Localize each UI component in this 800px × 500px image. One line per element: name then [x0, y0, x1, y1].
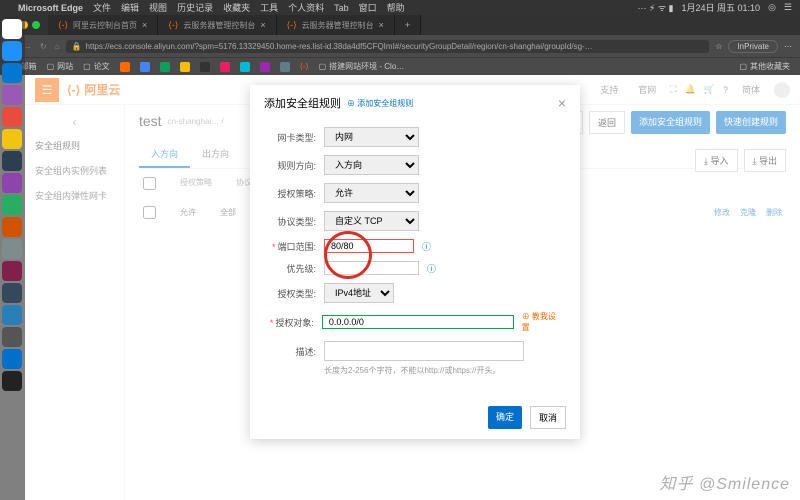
watermark: 知乎 @Smilence	[660, 470, 791, 494]
dock-app[interactable]	[2, 239, 22, 259]
dock-app[interactable]	[2, 305, 22, 325]
description-input[interactable]	[324, 341, 524, 361]
notif-icon[interactable]: ☰	[784, 2, 792, 13]
siri-icon[interactable]: ◎	[768, 2, 776, 13]
bookmark-site[interactable]: ▢ 网站	[47, 61, 74, 72]
direction-select[interactable]: 入方向	[324, 155, 419, 175]
new-tab-button[interactable]: +	[395, 15, 421, 35]
bm-icon	[140, 62, 150, 72]
bm-icon	[240, 62, 250, 72]
more-icon[interactable]: ⋯	[784, 42, 792, 51]
teach-link[interactable]: ⊕ 教我设置	[522, 311, 562, 333]
tab-2[interactable]: ⟨-⟩云服务器管理控制台×	[158, 15, 276, 35]
info-icon[interactable]: ⓘ	[422, 240, 431, 253]
bm-icon	[180, 62, 190, 72]
dock-app[interactable]	[2, 217, 22, 237]
dock-app[interactable]	[2, 41, 22, 61]
menu-help[interactable]: 帮助	[387, 1, 405, 14]
dock-app[interactable]	[2, 85, 22, 105]
menu-file[interactable]: 文件	[93, 1, 111, 14]
dock-app[interactable]	[2, 195, 22, 215]
browser-urlbar: ← → ↻ ⌂ 🔒 https://ecs.console.aliyun.com…	[0, 35, 800, 57]
dock-app[interactable]	[2, 283, 22, 303]
macos-menubar: Microsoft Edge 文件 编辑 视图 历史记录 收藏夹 工具 个人资料…	[0, 0, 800, 15]
bm-icon	[120, 62, 130, 72]
bookmark-folder[interactable]: ▢ 搭建网站环境 - Clo…	[319, 61, 405, 72]
info-icon[interactable]: ⓘ	[427, 262, 436, 275]
url-field[interactable]: 🔒 https://ecs.console.aliyun.com/?spm=51…	[66, 40, 710, 53]
macos-dock	[0, 15, 25, 500]
dock-finder[interactable]	[2, 19, 22, 39]
priority-input[interactable]	[324, 261, 419, 275]
bookmarks-bar: ▢ 邮箱 ▢ 网站 ▢ 论文 ⟨-⟩ ▢ 搭建网站环境 - Clo… ▢ 其他收…	[0, 57, 800, 75]
status-icons: ⋯ ⚡︎ ᯤ ▮	[638, 1, 674, 14]
dock-app[interactable]	[2, 107, 22, 127]
maximize-window-icon[interactable]	[32, 21, 40, 29]
other-bookmarks[interactable]: ▢ 其他收藏夹	[739, 61, 790, 72]
inprivate-badge[interactable]: InPrivate	[728, 40, 778, 53]
forward-icon: →	[24, 42, 32, 51]
protocol-select[interactable]: 自定义 TCP	[324, 211, 419, 231]
bookmark-paper[interactable]: ▢ 论文	[83, 61, 110, 72]
clock: 1月24日 周五 01:10	[682, 1, 761, 14]
menu-tab[interactable]: Tab	[334, 3, 349, 13]
policy-select[interactable]: 允许	[324, 183, 419, 203]
menu-edit[interactable]: 编辑	[121, 1, 139, 14]
ok-button[interactable]: 确定	[488, 406, 522, 429]
dock-app[interactable]	[2, 261, 22, 281]
bm-icon	[160, 62, 170, 72]
lock-icon: 🔒	[72, 42, 82, 51]
desc-hint: 长度为2-256个字符，不能以http://或https://开头。	[324, 365, 562, 376]
port-range-input[interactable]	[324, 239, 414, 253]
dock-app[interactable]	[2, 349, 22, 369]
close-icon[interactable]: ×	[379, 20, 384, 30]
bm-icon	[220, 62, 230, 72]
auth-type-select[interactable]: IPv4地址段访问	[324, 283, 394, 303]
menu-fav[interactable]: 收藏夹	[223, 1, 250, 14]
browser-tabbar: ⟨-⟩阿里云控制台首页× ⟨-⟩云服务器管理控制台× ⟨-⟩云服务器管理控制台×…	[0, 15, 800, 35]
reload-icon[interactable]: ↻	[40, 42, 47, 51]
close-icon[interactable]: ×	[142, 20, 147, 30]
tab-1[interactable]: ⟨-⟩阿里云控制台首页×	[48, 15, 158, 35]
menu-window[interactable]: 窗口	[359, 1, 377, 14]
bm-icon	[260, 62, 270, 72]
close-icon[interactable]: ×	[558, 95, 566, 111]
menu-tools[interactable]: 工具	[260, 1, 278, 14]
dock-app[interactable]	[2, 173, 22, 193]
bm-icon	[200, 62, 210, 72]
close-icon[interactable]: ×	[260, 20, 265, 30]
nic-type-select[interactable]: 内网	[324, 127, 419, 147]
tab-3[interactable]: ⟨-⟩云服务器管理控制台×	[277, 15, 395, 35]
menu-history[interactable]: 历史记录	[177, 1, 213, 14]
auth-object-input[interactable]	[322, 315, 514, 329]
add-rule-modal: 添加安全组规则 ⊕ 添加安全组规则 × 网卡类型:内网 规则方向:入方向 授权策…	[250, 85, 580, 439]
dock-app[interactable]	[2, 371, 22, 391]
bm-icon	[280, 62, 290, 72]
modal-title: 添加安全组规则	[264, 95, 341, 111]
dock-app[interactable]	[2, 151, 22, 171]
dock-app[interactable]	[2, 327, 22, 347]
home-icon[interactable]: ⌂	[55, 42, 60, 51]
dock-app[interactable]	[2, 63, 22, 83]
dock-app[interactable]	[2, 129, 22, 149]
url-text: https://ecs.console.aliyun.com/?spm=5176…	[86, 42, 593, 51]
app-name: Microsoft Edge	[18, 3, 83, 13]
cancel-button[interactable]: 取消	[530, 406, 566, 429]
menu-view[interactable]: 视图	[149, 1, 167, 14]
menu-profile[interactable]: 个人资料	[288, 1, 324, 14]
star-icon[interactable]: ☆	[715, 42, 722, 51]
modal-help-link[interactable]: ⊕ 添加安全组规则	[347, 98, 413, 109]
